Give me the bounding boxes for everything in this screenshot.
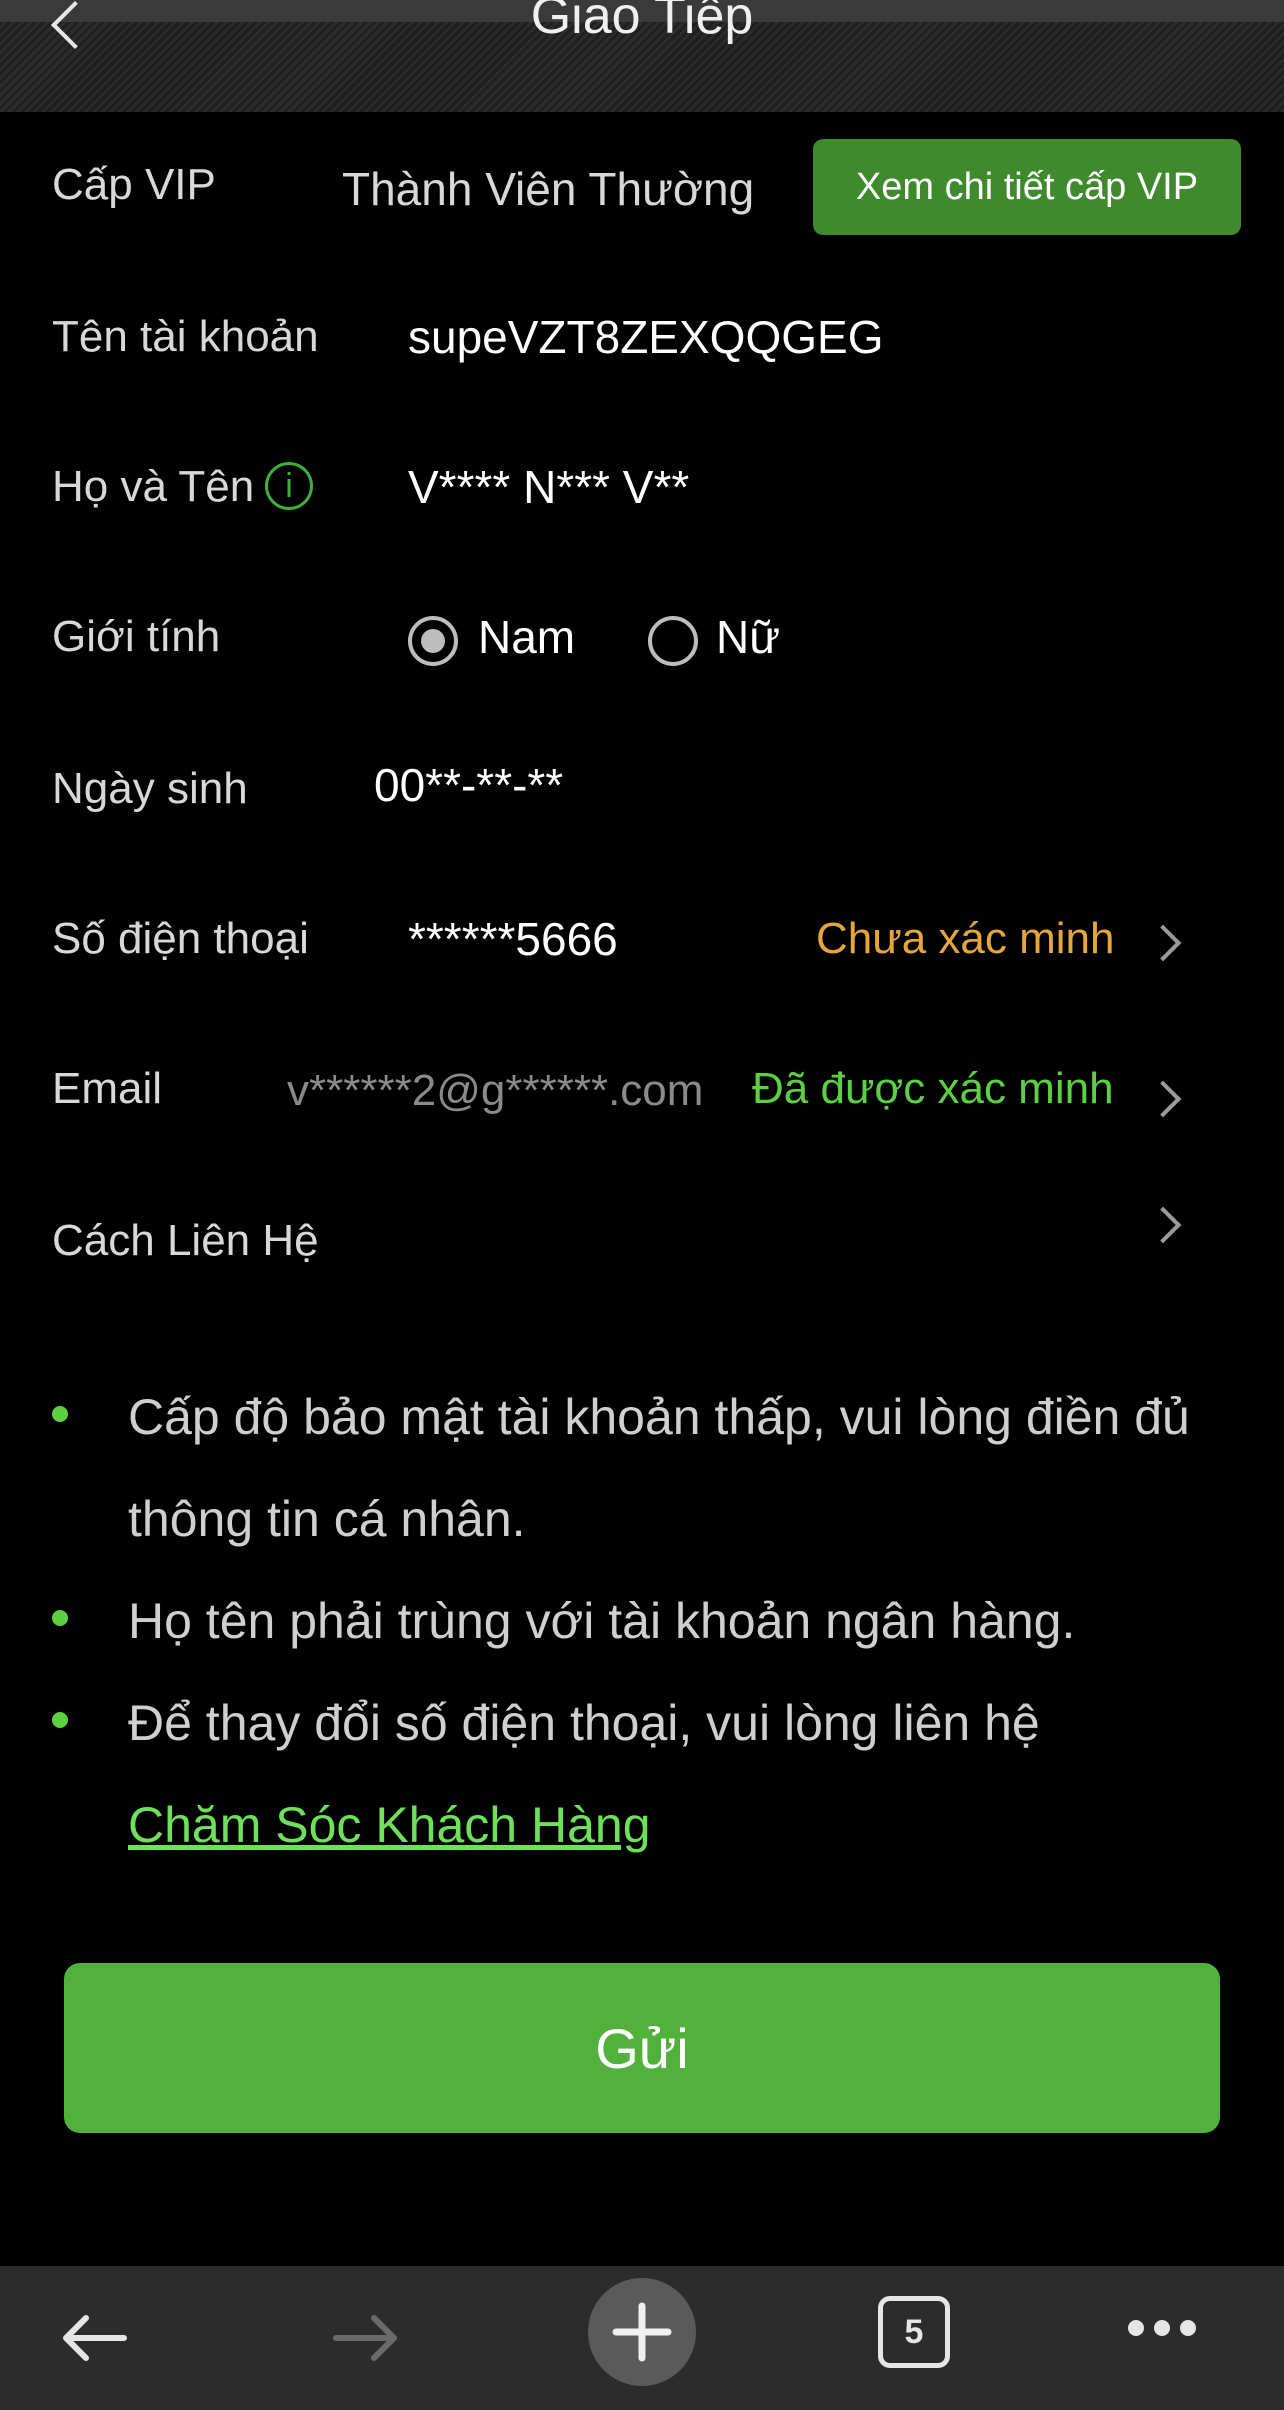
contact-chevron-right-icon[interactable]: [1144, 1206, 1182, 1244]
vip-value: Thành Viên Thường: [342, 163, 755, 215]
gender-radio-female[interactable]: [648, 616, 698, 666]
gender-radio-male[interactable]: [408, 616, 458, 666]
new-tab-button[interactable]: [588, 2278, 696, 2386]
phone-status[interactable]: Chưa xác minh: [816, 914, 1114, 964]
note-3: Để thay đổi số điện thoại, vui lòng liên…: [128, 1672, 1238, 1876]
note-bullet-3: [52, 1712, 68, 1728]
note-3-text: Để thay đổi số điện thoại, vui lòng liên…: [128, 1695, 1040, 1751]
birthday-value: 00**-**-**: [374, 759, 564, 811]
note-2: Họ tên phải trùng với tài khoản ngân hàn…: [128, 1593, 1076, 1649]
account-value: supeVZT8ZEXQQGEG: [408, 311, 884, 363]
fullname-value: V**** N*** V**: [408, 461, 690, 513]
gender-label: Giới tính: [52, 612, 221, 661]
email-chevron-right-icon[interactable]: [1144, 1080, 1182, 1118]
note-1: Cấp độ bảo mật tài khoản thấp, vui lòng …: [128, 1389, 1190, 1547]
vip-label: Cấp VIP: [52, 160, 216, 209]
back-arrow-icon[interactable]: [58, 2313, 128, 2363]
vip-details-button[interactable]: Xem chi tiết cấp VIP: [813, 139, 1241, 235]
header-bar: Giao Tiếp: [0, 0, 1284, 112]
email-value: v******2@g******.com: [287, 1066, 704, 1115]
gender-option-female[interactable]: Nữ: [716, 610, 780, 664]
info-icon[interactable]: i: [265, 462, 313, 510]
tabs-icon[interactable]: 5: [878, 2296, 950, 2368]
plus-icon: [612, 2302, 672, 2362]
fullname-label: Họ và Tên: [52, 462, 255, 511]
note-bullet-2: [52, 1610, 68, 1626]
forward-arrow-icon[interactable]: [332, 2313, 402, 2363]
page-title: Giao Tiếp: [530, 0, 754, 45]
gender-option-male[interactable]: Nam: [478, 610, 575, 664]
email-status[interactable]: Đã được xác minh: [752, 1064, 1114, 1114]
phone-value: ******5666: [408, 913, 618, 965]
note-bullet-1: [52, 1406, 68, 1422]
account-label: Tên tài khoản: [52, 312, 319, 361]
more-icon[interactable]: [1128, 2320, 1208, 2344]
contact-label[interactable]: Cách Liên Hệ: [52, 1216, 319, 1266]
customer-support-link[interactable]: Chăm Sóc Khách Hàng: [128, 1797, 651, 1853]
phone-chevron-right-icon[interactable]: [1144, 924, 1182, 962]
submit-button[interactable]: Gửi: [64, 1963, 1220, 2133]
email-label: Email: [52, 1064, 163, 1113]
birthday-label: Ngày sinh: [52, 764, 248, 813]
phone-label: Số điện thoại: [52, 914, 309, 963]
